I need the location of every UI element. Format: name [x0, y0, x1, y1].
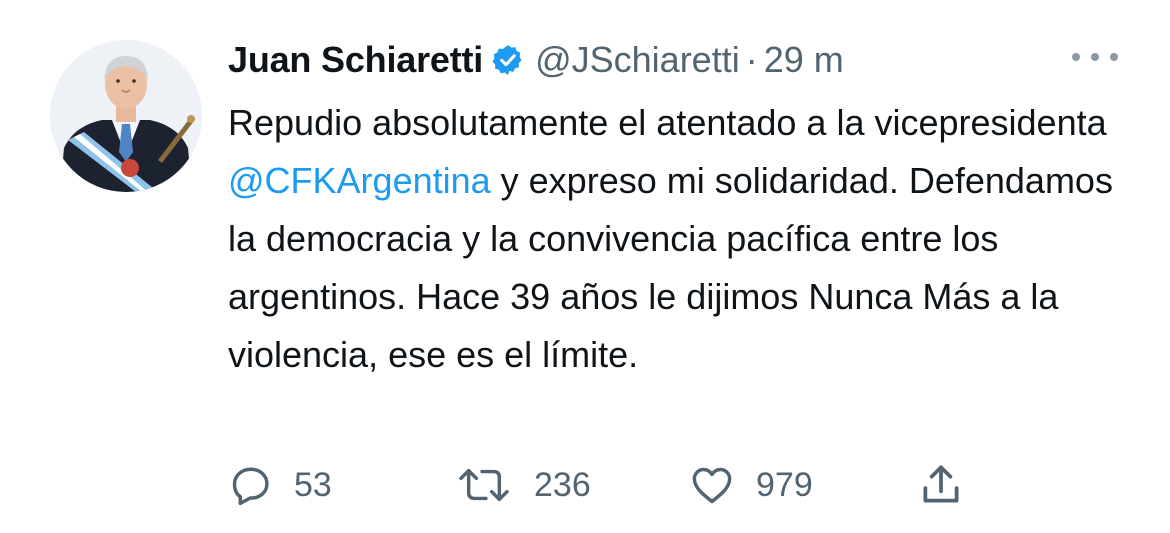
more-options-button[interactable]	[1072, 44, 1118, 70]
mention-link[interactable]: @CFKArgentina	[228, 160, 491, 201]
verified-badge-icon	[492, 45, 522, 75]
reply-button[interactable]: 53	[228, 458, 332, 512]
display-name[interactable]: Juan Schiaretti	[228, 39, 483, 81]
more-icon	[1091, 53, 1099, 61]
more-icon	[1110, 53, 1118, 61]
retweet-count: 236	[534, 465, 591, 504]
like-icon	[692, 467, 732, 504]
tweet-text-start: Repudio absolutamente el atentado a la v…	[228, 102, 1107, 143]
avatar[interactable]	[50, 40, 202, 192]
tweet-card: Juan Schiaretti @JSchiaretti · 29 m Repu…	[0, 0, 1170, 533]
share-button[interactable]	[916, 458, 966, 512]
retweet-icon	[459, 468, 509, 502]
more-icon	[1072, 53, 1080, 61]
tweet-header: Juan Schiaretti @JSchiaretti · 29 m	[228, 36, 844, 84]
like-button[interactable]: 979	[688, 458, 813, 512]
tweet-text: Repudio absolutamente el atentado a la v…	[228, 94, 1128, 384]
like-count: 979	[756, 465, 813, 504]
user-handle[interactable]: @JSchiaretti	[535, 39, 740, 81]
separator-dot: ·	[745, 39, 758, 80]
reply-count: 53	[294, 465, 332, 504]
avatar-image	[50, 40, 202, 192]
retweet-button[interactable]: 236	[454, 458, 591, 512]
share-icon	[923, 465, 959, 503]
tweet-timestamp[interactable]: 29 m	[764, 39, 844, 81]
tweet-actions: 53 236 979	[228, 458, 988, 512]
reply-icon	[232, 467, 269, 506]
